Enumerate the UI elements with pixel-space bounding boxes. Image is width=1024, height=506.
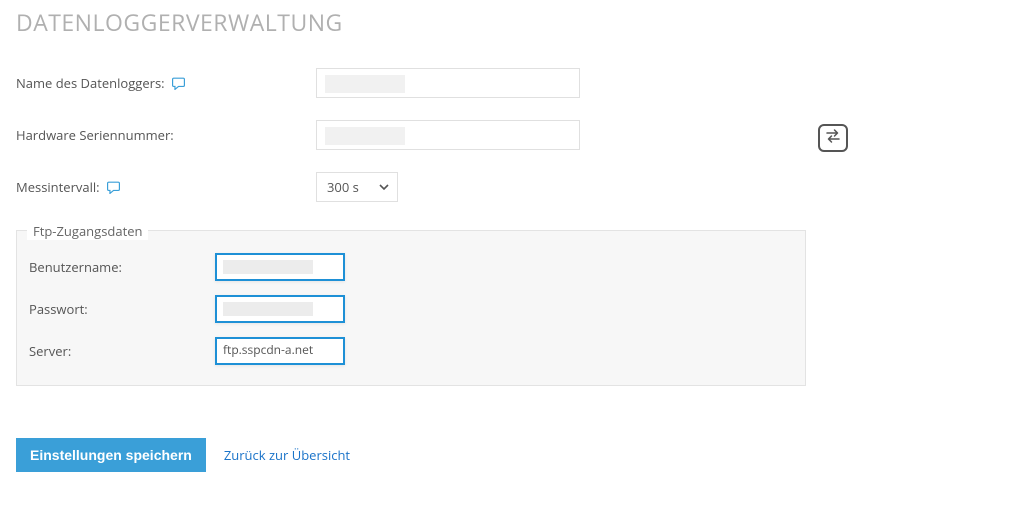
interval-selected-value: 300 s [327,178,359,196]
password-input[interactable] [215,295,345,323]
password-label: Passwort: [29,300,215,318]
ftp-legend: Ftp-Zugangsdaten [27,222,148,240]
save-button[interactable]: Einstellungen speichern [16,438,206,472]
name-input[interactable] [316,68,580,98]
row-password: Passwort: [29,295,793,323]
page-title: DATENLOGGERVERWALTUNG [16,6,1024,38]
ftp-fieldset: Ftp-Zugangsdaten Benutzername: Passwort:… [16,230,806,386]
help-icon[interactable] [106,181,121,194]
row-username: Benutzername: [29,253,793,281]
interval-select[interactable]: 300 s [316,172,398,202]
username-label: Benutzername: [29,258,215,276]
form-area: Name des Datenloggers: Hardware Seriennu… [16,68,806,386]
row-server: Server: ftp.sspcdn-a.net [29,337,793,365]
username-input[interactable] [215,253,345,281]
name-label: Name des Datenloggers: [16,74,165,92]
serial-input[interactable] [316,120,580,150]
serial-label: Hardware Seriennummer: [16,126,174,144]
swap-arrows-icon [824,128,842,148]
row-serial: Hardware Seriennummer: [16,120,806,150]
interval-label: Messintervall: [16,178,100,196]
back-link[interactable]: Zurück zur Übersicht [224,446,350,464]
help-icon[interactable] [171,77,186,90]
row-interval: Messintervall: 300 s [16,172,806,202]
chevron-down-icon [379,178,389,196]
swap-button[interactable] [818,124,848,152]
actions-bar: Einstellungen speichern Zurück zur Übers… [16,438,1024,472]
server-label: Server: [29,342,215,360]
row-name: Name des Datenloggers: [16,68,806,98]
server-input[interactable]: ftp.sspcdn-a.net [215,337,345,365]
